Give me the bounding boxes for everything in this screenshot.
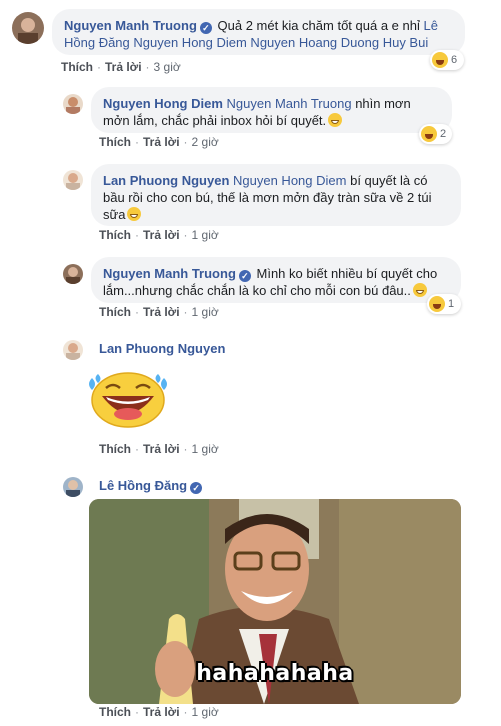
comment-time[interactable]: 1 giờ xyxy=(192,442,219,456)
avatar[interactable] xyxy=(63,170,83,190)
comment-actions: Thích · Trả lời · 1 giờ xyxy=(99,442,219,456)
comment-author[interactable]: Lan Phuong Nguyen xyxy=(103,173,229,188)
avatar[interactable] xyxy=(63,264,83,284)
verified-badge-icon: ✓ xyxy=(190,482,203,494)
comment-actions: Thích · Trả lời · 3 giờ xyxy=(61,60,181,74)
like-link[interactable]: Thích xyxy=(61,60,93,74)
reaction-summary[interactable]: 1 xyxy=(427,294,461,314)
rofl-emoji-icon xyxy=(412,283,427,297)
like-link[interactable]: Thích xyxy=(99,305,131,319)
comment-text: lắm...nhưng chắc chắn là ko chỉ cho mỗi … xyxy=(103,283,411,298)
comment-bubble: Lan Phuong Nguyen Nguyen Hong Diem bí qu… xyxy=(91,164,461,226)
avatar[interactable] xyxy=(63,94,83,114)
verified-badge-icon: ✓ xyxy=(238,270,251,282)
comment-text: sữa xyxy=(103,207,126,222)
comment-time[interactable]: 3 giờ xyxy=(154,60,181,74)
comment-time[interactable]: 1 giờ xyxy=(192,705,219,719)
like-link[interactable]: Thích xyxy=(99,135,131,149)
haha-reaction-icon xyxy=(429,296,445,312)
tagged-user-link[interactable]: Hồng Đăng Nguyen Hong Diem Nguyen Hoang … xyxy=(64,35,428,50)
grin-emoji-icon xyxy=(328,113,343,127)
like-link[interactable]: Thích xyxy=(99,228,131,242)
comment-text: bí quyết là có xyxy=(350,173,428,188)
verified-badge-icon: ✓ xyxy=(199,22,212,34)
comment-author[interactable]: Nguyen Manh Truong xyxy=(103,266,236,281)
tagged-user-link[interactable]: Lê xyxy=(423,18,437,33)
comment-text: bầu rồi cho con bú, thế là mơn mởn đầy t… xyxy=(103,190,432,205)
comment-text: nhìn mơn xyxy=(355,96,411,111)
tagged-user-link[interactable]: Nguyen Hong Diem xyxy=(233,173,346,188)
reply-link[interactable]: Trả lời xyxy=(143,442,180,456)
avatar[interactable] xyxy=(12,12,44,44)
laughing-tears-sticker xyxy=(88,366,170,428)
comment-actions: Thích · Trả lời · 1 giờ xyxy=(99,305,219,319)
comment-time[interactable]: 1 giờ xyxy=(192,228,219,242)
comment-header: Lê Hồng Đăng ✓ xyxy=(99,478,204,494)
comment-bubble: Nguyen Hong Diem Nguyen Manh Truong nhìn… xyxy=(91,87,452,133)
reaction-count: 6 xyxy=(451,54,458,66)
reply-link[interactable]: Trả lời xyxy=(143,228,180,242)
like-link[interactable]: Thích xyxy=(99,442,131,456)
comment-time[interactable]: 2 giờ xyxy=(192,135,219,149)
reaction-count: 2 xyxy=(440,128,447,140)
gif-attachment[interactable]: hahahahaha xyxy=(89,499,461,704)
reply-link[interactable]: Trả lời xyxy=(143,135,180,149)
gif-caption: hahahahaha xyxy=(196,661,354,686)
reply-link[interactable]: Trả lời xyxy=(143,705,180,719)
grin-emoji-icon xyxy=(127,207,142,221)
comment-author[interactable]: Lan Phuong Nguyen xyxy=(99,341,225,356)
comment-author[interactable]: Nguyen Manh Truong xyxy=(64,18,197,33)
like-link[interactable]: Thích xyxy=(99,705,131,719)
comment-bubble: Nguyen Manh Truong ✓ Mình ko biết nhiều b… xyxy=(91,257,461,303)
avatar[interactable] xyxy=(63,477,83,497)
reply-link[interactable]: Trả lời xyxy=(143,305,180,319)
reply-link[interactable]: Trả lời xyxy=(105,60,142,74)
comment-text: mởn lắm, chắc phải inbox hỏi bí quyết. xyxy=(103,113,327,128)
comment-text: Mình ko biết nhiều bí quyết cho xyxy=(256,266,438,281)
comment-text: Quả 2 mét kia chăm tốt quá a e nhỉ xyxy=(217,18,420,33)
comment-author[interactable]: Lê Hồng Đăng xyxy=(99,478,187,493)
avatar[interactable] xyxy=(63,340,83,360)
comment-actions: Thích · Trả lời · 1 giờ xyxy=(99,705,219,719)
reaction-count: 1 xyxy=(448,298,455,310)
comment-bubble: Nguyen Manh Truong ✓ Quả 2 mét kia chăm t… xyxy=(52,9,465,55)
comment-actions: Thích · Trả lời · 2 giờ xyxy=(99,135,219,149)
reaction-summary[interactable]: 2 xyxy=(419,124,452,144)
haha-reaction-icon xyxy=(421,126,437,142)
tagged-user-link[interactable]: Nguyen Manh Truong xyxy=(227,96,352,111)
comment-actions: Thích · Trả lời · 1 giờ xyxy=(99,228,219,242)
comment-time[interactable]: 1 giờ xyxy=(192,305,219,319)
comment-author[interactable]: Nguyen Hong Diem xyxy=(103,96,223,111)
haha-reaction-icon xyxy=(432,52,448,68)
reaction-summary[interactable]: 6 xyxy=(430,50,464,70)
